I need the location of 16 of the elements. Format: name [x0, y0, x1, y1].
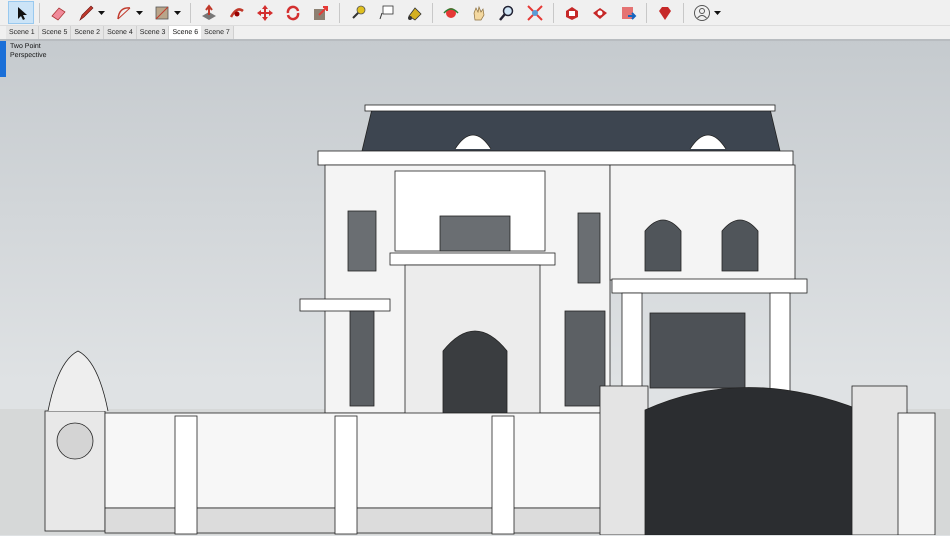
pencil-icon — [77, 4, 95, 22]
zoom-icon — [498, 4, 516, 22]
rectangle-icon — [153, 4, 171, 22]
push-pull-icon — [200, 4, 218, 22]
view-edge-marker — [0, 41, 6, 77]
caret-icon — [136, 10, 143, 14]
caret-icon — [714, 10, 721, 14]
caret-icon — [174, 10, 181, 14]
move-icon — [256, 4, 274, 22]
scale-icon — [312, 4, 330, 22]
caret-icon — [98, 10, 105, 14]
zoom-extents-icon — [526, 4, 544, 22]
rotate-icon — [284, 4, 302, 22]
user-profile-icon — [693, 4, 711, 22]
text-label-icon — [377, 4, 395, 22]
tool-button[interactable] — [8, 1, 34, 24]
